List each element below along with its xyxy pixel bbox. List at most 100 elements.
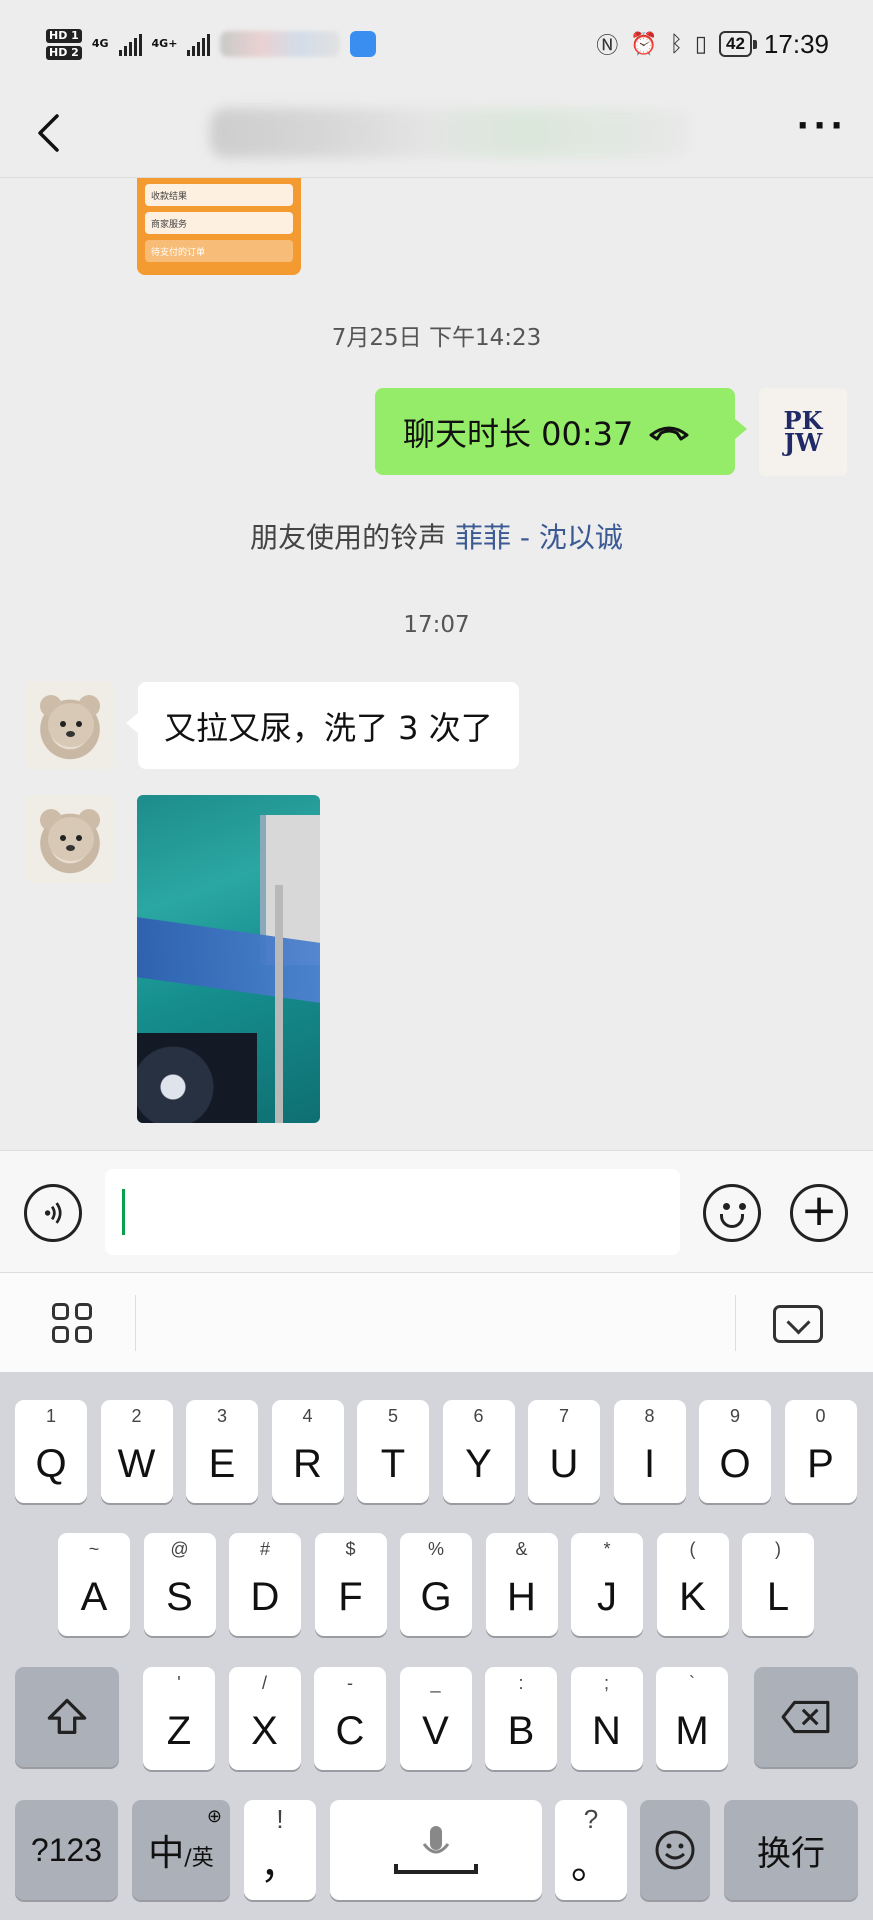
card-message[interactable]: 收款结果 商家服务 待支付的订单 bbox=[137, 178, 301, 275]
backspace-icon bbox=[781, 1700, 830, 1734]
key-sub-label: % bbox=[427, 1539, 444, 1559]
key-sub-label: 1 bbox=[45, 1406, 56, 1426]
key-k[interactable]: (K bbox=[656, 1533, 729, 1636]
key-o[interactable]: 9O bbox=[699, 1400, 771, 1503]
key-main-label: V bbox=[422, 1709, 449, 1753]
key-main-label: P bbox=[807, 1442, 834, 1486]
vibrate-icon: ▯ bbox=[694, 31, 707, 56]
backspace-key[interactable] bbox=[754, 1667, 858, 1767]
key-main-label: W bbox=[117, 1442, 156, 1486]
shift-key[interactable] bbox=[15, 1667, 119, 1767]
key-sub-label: - bbox=[347, 1673, 353, 1693]
key-d[interactable]: # D bbox=[229, 1533, 301, 1636]
toolbar-divider bbox=[135, 1295, 136, 1351]
alarm-icon: ⏰ bbox=[630, 31, 658, 56]
key-h[interactable]: & H bbox=[485, 1533, 558, 1636]
my-avatar[interactable]: PK JW bbox=[759, 388, 847, 476]
keyboard-menu-icon[interactable] bbox=[52, 1303, 92, 1343]
toolbar-divider bbox=[735, 1295, 736, 1351]
received-message-text: 又拉又尿，洗了 3 次了 bbox=[164, 708, 493, 747]
key-sub-label: _ bbox=[430, 1673, 441, 1693]
more-button[interactable]: ··· bbox=[796, 109, 847, 150]
battery-level: 42 bbox=[726, 34, 745, 53]
emoji-button[interactable] bbox=[703, 1184, 761, 1242]
key-main-label: K bbox=[679, 1575, 706, 1619]
call-duration-bubble[interactable]: 聊天时长 00:37 bbox=[375, 388, 747, 475]
nfc-icon: Ⓝ bbox=[596, 33, 619, 58]
key-y[interactable]: 6Y bbox=[442, 1400, 515, 1503]
key-r[interactable]: 4R bbox=[271, 1400, 344, 1503]
keyboard-toolbar bbox=[0, 1272, 873, 1372]
more-functions-button[interactable]: + bbox=[790, 1184, 848, 1242]
symbols-key[interactable]: ?123 bbox=[15, 1800, 118, 1900]
key-a[interactable]: ~ A bbox=[58, 1533, 130, 1636]
call-duration-text: 聊天时长 00:37 bbox=[403, 414, 634, 453]
key-n[interactable]: ; N bbox=[570, 1667, 643, 1770]
contact-avatar[interactable] bbox=[26, 795, 114, 883]
key-sub-label: ; bbox=[603, 1673, 609, 1693]
key-main-label: O bbox=[719, 1442, 751, 1486]
received-message-bubble[interactable]: 又拉又尿，洗了 3 次了 bbox=[126, 682, 519, 769]
network-type-2: 4G+ bbox=[151, 36, 178, 50]
key-i[interactable]: 8I bbox=[613, 1400, 686, 1503]
key-sub-label: ` bbox=[689, 1673, 695, 1693]
key-t[interactable]: 5T bbox=[357, 1400, 429, 1503]
key-x[interactable]: / X bbox=[228, 1667, 301, 1770]
key-f[interactable]: $ F bbox=[314, 1533, 387, 1636]
comma-key-main: ， bbox=[260, 1843, 300, 1887]
lang-sub-label: /英 bbox=[184, 1846, 214, 1871]
key-p[interactable]: 0P bbox=[784, 1400, 857, 1503]
key-e[interactable]: 3E bbox=[186, 1400, 258, 1503]
key-main-label: J bbox=[597, 1575, 617, 1619]
key-c[interactable]: -C bbox=[314, 1667, 386, 1770]
message-list[interactable]: 收款结果 商家服务 待支付的订单 7月25日 下午14:23 聊天时长 00:3… bbox=[0, 178, 873, 1148]
card-row-label: 待支付的订单 bbox=[151, 247, 206, 258]
key-main-label: Q bbox=[35, 1442, 67, 1486]
enter-key[interactable]: 换行 bbox=[724, 1800, 858, 1900]
period-key[interactable]: ? 。 bbox=[555, 1800, 627, 1900]
key-main-label: H bbox=[507, 1575, 536, 1619]
emoji-key[interactable] bbox=[640, 1800, 710, 1900]
image-message[interactable] bbox=[137, 795, 320, 1123]
chevron-left-icon bbox=[38, 113, 59, 152]
key-q[interactable]: 1Q bbox=[15, 1400, 87, 1503]
key-main-label: Z bbox=[166, 1709, 192, 1753]
key-main-label: N bbox=[592, 1709, 621, 1753]
key-b[interactable]: :B bbox=[485, 1667, 557, 1770]
hd1-label: HD 1 bbox=[46, 28, 82, 43]
key-sub-label: 6 bbox=[473, 1406, 484, 1426]
key-main-label: M bbox=[675, 1709, 709, 1753]
key-g[interactable]: % G bbox=[400, 1533, 472, 1636]
contact-avatar[interactable] bbox=[26, 681, 114, 769]
hide-keyboard-icon[interactable] bbox=[773, 1305, 823, 1343]
key-s[interactable]: @ S bbox=[143, 1533, 216, 1636]
voice-button[interactable] bbox=[24, 1184, 82, 1242]
back-button[interactable] bbox=[26, 111, 70, 155]
space-key[interactable] bbox=[330, 1800, 542, 1900]
key-main-label: L bbox=[766, 1575, 790, 1619]
ringtone-song-link[interactable]: 菲菲 - 沈以诚 bbox=[455, 521, 623, 554]
key-sub-label: ( bbox=[689, 1539, 696, 1559]
key-j[interactable]: * J bbox=[571, 1533, 643, 1636]
keyboard: 1Q2W3E4R5T6Y7U8I9O0P ~ A @ S # D $ F% G & H * J(K) L … bbox=[0, 1372, 873, 1920]
comma-key[interactable]: ! ， bbox=[244, 1800, 316, 1900]
enter-key-label: 换行 bbox=[757, 1833, 825, 1874]
key-m[interactable]: ` M bbox=[656, 1667, 728, 1770]
key-main-label: S bbox=[166, 1575, 193, 1619]
key-sub-label: * bbox=[603, 1539, 611, 1559]
hd2-label: HD 2 bbox=[46, 45, 82, 60]
key-w[interactable]: 2W bbox=[100, 1400, 173, 1503]
message-input[interactable] bbox=[105, 1169, 680, 1255]
language-switch-key[interactable]: ⊕ 中/英 bbox=[132, 1800, 230, 1900]
key-main-label: F bbox=[338, 1575, 363, 1619]
key-u[interactable]: 7U bbox=[528, 1400, 600, 1503]
key-l[interactable]: ) L bbox=[742, 1533, 814, 1636]
status-bar: HD 1 HD 2 4G 4G+ Ⓝ ⏰ ᛒ ▯ 42 17:39 bbox=[0, 0, 873, 88]
key-v[interactable]: _ V bbox=[399, 1667, 472, 1770]
card-row: 收款结果 bbox=[145, 184, 293, 206]
key-sub-label: / bbox=[261, 1673, 267, 1693]
key-z[interactable]: ' Z bbox=[143, 1667, 215, 1770]
key-main-label: I bbox=[643, 1442, 656, 1486]
symbols-key-label: ?123 bbox=[30, 1831, 103, 1868]
key-main-label: G bbox=[420, 1575, 452, 1619]
